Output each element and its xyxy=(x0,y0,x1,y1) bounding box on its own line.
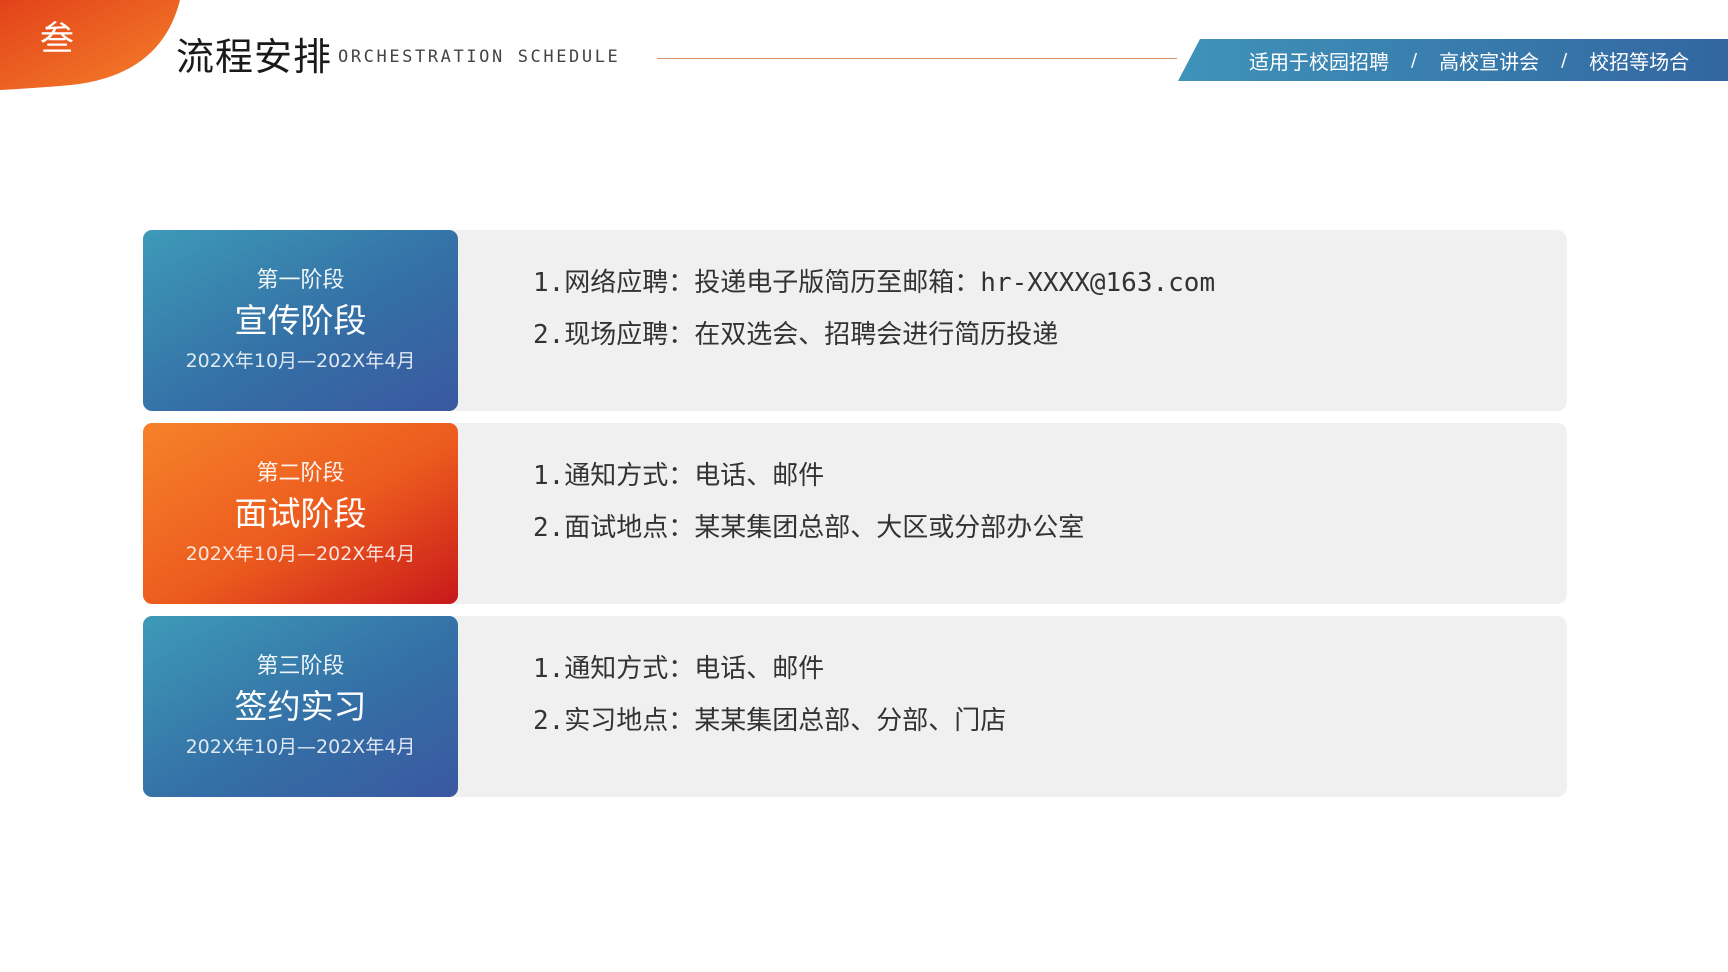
stage-item: 2.面试地点：某某集团总部、大区或分部办公室 xyxy=(533,513,1085,543)
stage-label: 第一阶段 xyxy=(256,268,345,293)
stage-row-1: 第一阶段 宣传阶段 202X年10月—202X年4月 1.网络应聘：投递电子版简… xyxy=(143,230,1567,411)
stage-label: 第三阶段 xyxy=(256,654,345,679)
section-number: 叁 xyxy=(40,19,74,59)
badge-shape xyxy=(0,0,180,90)
scene-separator: / xyxy=(1411,49,1418,71)
stage-item-list: 1.网络应聘：投递电子版简历至邮箱：hr-XXXX@163.com 2.现场应聘… xyxy=(533,270,1215,374)
page-title: 流程安排 xyxy=(176,35,333,79)
stage-row-2: 第二阶段 面试阶段 202X年10月—202X年4月 1.通知方式：电话、邮件 … xyxy=(143,423,1567,604)
scene-school-recruitment: 校招等场合 xyxy=(1589,49,1690,74)
stage-title: 面试阶段 xyxy=(234,494,367,533)
stage-item-list: 1.通知方式：电话、邮件 2.实习地点：某某集团总部、分部、门店 xyxy=(533,656,1006,760)
header-divider xyxy=(657,58,1177,59)
stage-item: 1.通知方式：电话、邮件 xyxy=(533,461,825,491)
stage-dates: 202X年10月—202X年4月 xyxy=(185,350,416,372)
stage-dates: 202X年10月—202X年4月 xyxy=(185,543,416,565)
stage-title: 宣传阶段 xyxy=(234,301,367,340)
stage-item: 2.实习地点：某某集团总部、分部、门店 xyxy=(533,706,1007,736)
stage-item-list: 1.通知方式：电话、邮件 2.面试地点：某某集团总部、大区或分部办公室 xyxy=(533,463,1084,567)
stage-box: 第三阶段 签约实习 202X年10月—202X年4月 xyxy=(143,616,458,797)
scene-separator: / xyxy=(1561,49,1568,71)
scene-campus-seminar: 高校宣讲会 xyxy=(1439,49,1540,74)
stage-box: 第一阶段 宣传阶段 202X年10月—202X年4月 xyxy=(143,230,458,411)
stage-row-3: 第三阶段 签约实习 202X年10月—202X年4月 1.通知方式：电话、邮件 … xyxy=(143,616,1567,797)
stage-box: 第二阶段 面试阶段 202X年10月—202X年4月 xyxy=(143,423,458,604)
section-number-badge: 叁 xyxy=(0,0,180,92)
stage-label: 第二阶段 xyxy=(256,461,345,486)
stage-item: 1.通知方式：电话、邮件 xyxy=(533,654,825,684)
stage-dates: 202X年10月—202X年4月 xyxy=(185,736,416,758)
stage-title: 签约实习 xyxy=(234,687,367,726)
scene-campus-recruitment: 适用于校园招聘 xyxy=(1249,49,1389,74)
page-subtitle: ORCHESTRATION SCHEDULE xyxy=(338,47,621,67)
stage-item: 1.网络应聘：投递电子版简历至邮箱：hr-XXXX@163.com xyxy=(533,268,1216,298)
scene-banner: 适用于校园招聘 / 高校宣讲会 / 校招等场合 xyxy=(1178,39,1728,81)
scene-list: 适用于校园招聘 / 高校宣讲会 / 校招等场合 xyxy=(1249,39,1689,81)
stage-item: 2.现场应聘：在双选会、招聘会进行简历投递 xyxy=(533,320,1059,350)
